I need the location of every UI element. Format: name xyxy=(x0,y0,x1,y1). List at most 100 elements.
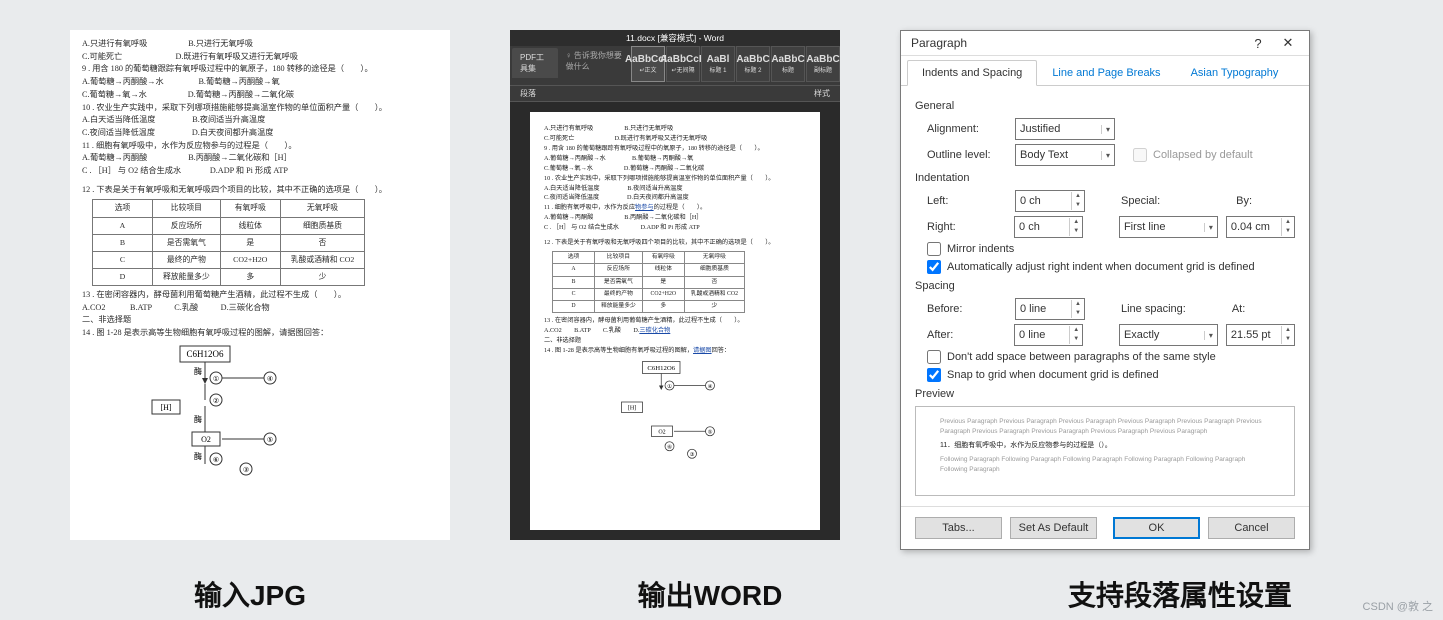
dialog-title: Paragraph xyxy=(911,36,1243,50)
caption-row: 输入JPG 输出WORD 支持段落属性设置 xyxy=(0,574,1443,614)
word-window: 11.docx [兼容模式] - Word PDF工具集 ♀ 告诉我你想要做什么… xyxy=(510,30,840,540)
spin-down-icon[interactable]: ▼ xyxy=(1070,227,1082,236)
svg-text:③: ③ xyxy=(243,466,249,474)
set-default-button[interactable]: Set As Default xyxy=(1010,517,1097,539)
doc-line: C . ［H］ 与 O2 结合生成水 D.ADP 和 Pi 形成 ATP xyxy=(82,165,438,178)
before-spinner[interactable]: 0 line▲▼ xyxy=(1015,298,1085,320)
style-nospacing[interactable]: AaBbCcD↵无间隔 xyxy=(666,46,700,82)
word-page: A.只进行有氧呼吸 B.只进行无氧呼吸 C.可能死亡 D.既进行有氧呼吸又进行无… xyxy=(530,112,820,530)
before-label: Before: xyxy=(927,303,1007,315)
respiration-diagram: C6H12O6 ① ④ [H] O2 ⑤ ⑥ ③ xyxy=(614,360,734,465)
tab-asian-typography[interactable]: Asian Typography xyxy=(1176,60,1294,86)
tab-line-page-breaks[interactable]: Line and Page Breaks xyxy=(1037,60,1175,86)
spin-up-icon[interactable]: ▲ xyxy=(1282,218,1294,227)
svg-text:O2: O2 xyxy=(658,430,665,436)
group-paragraph: 段落 xyxy=(520,88,536,99)
spin-up-icon[interactable]: ▲ xyxy=(1070,218,1082,227)
alignment-label: Alignment: xyxy=(927,123,1007,135)
tab-indents-spacing[interactable]: Indents and Spacing xyxy=(907,60,1037,86)
special-label: Special: xyxy=(1121,195,1160,207)
spin-down-icon[interactable]: ▼ xyxy=(1072,309,1084,318)
comparison-table: 选项比较项目有氧呼吸无氧呼吸 A反应场所线粒体细胞质基质 B是否需氧气是否 C最… xyxy=(552,251,745,313)
collapsed-checkbox xyxy=(1133,148,1147,162)
doc-line: 二、非选择题 xyxy=(82,314,438,327)
doc-line: 10 . 农业生产实践中，采取下列哪项措施能够提高温室作物的单位面积产量（ ）。 xyxy=(82,102,438,115)
left-label: Left: xyxy=(927,195,1007,207)
at-label: At: xyxy=(1232,303,1245,315)
ribbon-tab-pdf[interactable]: PDF工具集 xyxy=(512,48,558,78)
autoright-label: Automatically adjust right indent when d… xyxy=(947,261,1255,273)
tell-me-search[interactable]: ♀ 告诉我你想要做什么 xyxy=(560,46,631,76)
right-spinner[interactable]: 0 ch▲▼ xyxy=(1014,216,1083,238)
snap-checkbox[interactable] xyxy=(927,368,941,382)
chevron-down-icon: ▾ xyxy=(1101,125,1110,134)
dialog-footer: Tabs... Set As Default OK Cancel xyxy=(901,506,1309,549)
autoright-checkbox[interactable] xyxy=(927,260,941,274)
style-title[interactable]: AaBbC标题 xyxy=(771,46,805,82)
style-subtitle[interactable]: AaBbC副标题 xyxy=(806,46,840,82)
word-titlebar: 11.docx [兼容模式] - Word xyxy=(510,30,840,46)
svg-text:⑤: ⑤ xyxy=(267,436,273,444)
noadd-checkbox[interactable] xyxy=(927,350,941,364)
doc-line: A.葡萄糖→丙酮酸 B.丙酮酸→二氧化碳和［H］ xyxy=(82,152,438,165)
svg-text:[H]: [H] xyxy=(628,406,636,412)
cancel-button[interactable]: Cancel xyxy=(1208,517,1295,539)
style-gallery: AaBbCcD↵正文 AaBbCcD↵无间隔 AaBl标题 1 AaBbC标题 … xyxy=(631,46,840,85)
help-button[interactable]: ? xyxy=(1243,36,1273,51)
doc-line: A.白天适当降低温度 B.夜间适当升高温度 xyxy=(82,114,438,127)
doc-line: A.只进行有氧呼吸 B.只进行无氧呼吸 xyxy=(82,38,438,51)
linespacing-select[interactable]: Exactly▾ xyxy=(1119,324,1218,346)
svg-text:⑥: ⑥ xyxy=(213,456,219,464)
respiration-diagram: C6H12O6 酶 ① ④ [H] ② O2 酶 ⑤ ⑥ ③ 酶 xyxy=(142,344,302,484)
snap-label: Snap to grid when document grid is defin… xyxy=(947,369,1159,381)
collapsed-label: Collapsed by default xyxy=(1153,149,1253,161)
svg-text:①: ① xyxy=(213,375,219,383)
special-select[interactable]: First line▾ xyxy=(1119,216,1218,238)
dialog-titlebar: Paragraph ? ✕ xyxy=(901,31,1309,56)
paragraph-dialog: Paragraph ? ✕ Indents and Spacing Line a… xyxy=(900,30,1310,550)
svg-text:④: ④ xyxy=(267,375,273,383)
watermark: CSDN @敦 之 xyxy=(1363,598,1433,614)
spin-down-icon[interactable]: ▼ xyxy=(1072,201,1084,210)
spin-up-icon[interactable]: ▲ xyxy=(1282,326,1294,335)
hyperlink[interactable]: 请据图 xyxy=(693,347,712,354)
spin-down-icon[interactable]: ▼ xyxy=(1070,335,1082,344)
style-heading1[interactable]: AaBl标题 1 xyxy=(701,46,735,82)
outline-select[interactable]: Body Text▾ xyxy=(1015,144,1115,166)
spin-down-icon[interactable]: ▼ xyxy=(1282,335,1294,344)
svg-text:C6H12O6: C6H12O6 xyxy=(186,349,224,359)
svg-text:C6H12O6: C6H12O6 xyxy=(647,365,675,372)
style-heading2[interactable]: AaBbC标题 2 xyxy=(736,46,770,82)
tabs-button[interactable]: Tabs... xyxy=(915,517,1002,539)
doc-line: 12 . 下表是关于有氧呼吸和无氧呼吸四个项目的比较，其中不正确的选项是（ ）。 xyxy=(82,184,438,197)
section-spacing: Spacing xyxy=(915,280,1295,292)
after-spinner[interactable]: 0 line▲▼ xyxy=(1014,324,1083,346)
linespacing-label: Line spacing: xyxy=(1121,303,1186,315)
hyperlink[interactable]: 三碳化合物 xyxy=(639,327,670,334)
ok-button[interactable]: OK xyxy=(1113,517,1200,539)
preview-next: Following Paragraph Following Paragraph … xyxy=(940,455,1270,475)
right-label: Right: xyxy=(927,221,1006,233)
word-document-area[interactable]: A.只进行有氧呼吸 B.只进行无氧呼吸 C.可能死亡 D.既进行有氧呼吸又进行无… xyxy=(510,102,840,540)
left-spinner[interactable]: 0 ch▲▼ xyxy=(1015,190,1085,212)
spin-down-icon[interactable]: ▼ xyxy=(1282,227,1294,236)
hyperlink[interactable]: 物参与 xyxy=(635,204,654,211)
svg-text:酶: 酶 xyxy=(194,366,202,376)
mirror-checkbox[interactable] xyxy=(927,242,941,256)
svg-text:④: ④ xyxy=(708,384,713,390)
svg-text:⑥: ⑥ xyxy=(667,445,672,451)
comparison-table: 选项比较项目有氧呼吸无氧呼吸 A反应场所线粒体细胞质基质 B是否需氧气是否 C最… xyxy=(92,199,365,285)
caption-jpg: 输入JPG xyxy=(0,574,500,614)
by-spinner[interactable]: 0.04 cm▲▼ xyxy=(1226,216,1295,238)
alignment-select[interactable]: Justified▾ xyxy=(1015,118,1115,140)
noadd-label: Don't add space between paragraphs of th… xyxy=(947,351,1216,363)
outline-label: Outline level: xyxy=(927,149,1007,161)
doc-line: A.葡萄糖→丙酮酸→水 B.葡萄糖→丙酮酸→氧 xyxy=(82,76,438,89)
svg-text:O2: O2 xyxy=(201,435,211,444)
spin-up-icon[interactable]: ▲ xyxy=(1072,192,1084,201)
spin-up-icon[interactable]: ▲ xyxy=(1070,326,1082,335)
close-button[interactable]: ✕ xyxy=(1273,35,1303,51)
jpg-panel: A.只进行有氧呼吸 B.只进行无氧呼吸 C.可能死亡 D.既进行有氧呼吸又进行无… xyxy=(70,30,450,540)
spin-up-icon[interactable]: ▲ xyxy=(1072,300,1084,309)
at-spinner[interactable]: 21.55 pt▲▼ xyxy=(1226,324,1295,346)
